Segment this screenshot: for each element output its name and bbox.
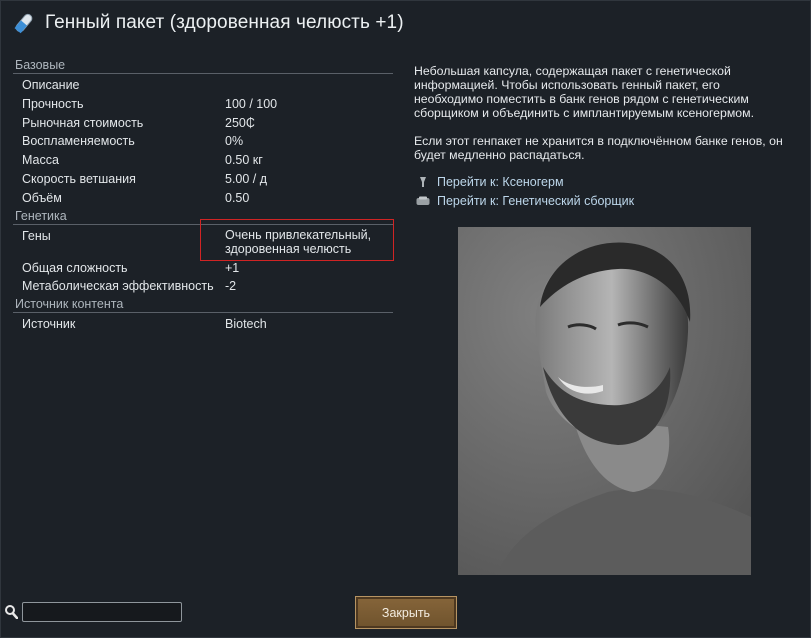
stat-label: Гены [22, 228, 51, 243]
stat-value: Biotech [225, 317, 267, 332]
stat-label: Воспламеняемость [22, 134, 135, 149]
stats-panel: Базовые Описание Прочность 100 / 100 Рын… [13, 57, 394, 334]
genes-line-2: здоровенная челюсть [225, 241, 352, 256]
search-icon [5, 605, 18, 619]
link-gene-assembler[interactable]: Перейти к: Генетический сборщик [416, 191, 634, 210]
dialog-title: Генный пакет (здоровенная челюсть +1) [45, 12, 404, 33]
description-paragraph-1: Небольшая капсула, содержащая пакет с ге… [414, 64, 755, 120]
search-input[interactable] [22, 602, 182, 622]
section-header-genetics: Генетика [13, 208, 393, 225]
section-header-base: Базовые [13, 57, 393, 74]
link-label: Перейти к: Генетический сборщик [437, 193, 635, 208]
stat-row-complexity[interactable]: Общая сложность +1 [13, 259, 393, 278]
xenogerm-icon [416, 176, 430, 188]
info-dialog: Генный пакет (здоровенная челюсть +1) Ба… [0, 0, 811, 638]
hyperlinks: Перейти к: Ксеногерм Перейти к: Генетиче… [416, 172, 634, 210]
description-text: Небольшая капсула, содержащая пакет с ге… [414, 64, 784, 176]
stat-row-genes[interactable]: Гены Очень привлекательный, здоровенная … [13, 218, 394, 261]
stat-row-market-value[interactable]: Рыночная стоимость 250₵ [13, 114, 393, 133]
gene-assembler-icon [416, 195, 430, 207]
stat-value: -2 [225, 279, 237, 294]
stat-label: Описание [22, 78, 80, 92]
stat-value: 0.50 [225, 190, 250, 205]
link-label: Перейти к: Ксеногерм [437, 174, 564, 189]
stat-value: 100 / 100 [225, 96, 278, 111]
stat-label: Масса [22, 153, 59, 168]
stat-value: 5.00 / д [225, 171, 268, 186]
stat-row-deterioration[interactable]: Скорость ветшания 5.00 / д [13, 170, 393, 189]
stat-value: +1 [225, 260, 240, 275]
close-button[interactable]: Закрыть [355, 596, 457, 629]
stat-row-description[interactable]: Описание [13, 76, 393, 95]
stat-value: 0.50 кг [225, 153, 263, 168]
title-bar: Генный пакет (здоровенная челюсть +1) [13, 9, 404, 37]
stat-label: Объём [22, 190, 62, 205]
genepack-icon [14, 13, 33, 34]
stat-label: Скорость ветшания [22, 171, 136, 186]
stat-value: 250₵ [225, 115, 255, 130]
genes-line-1: Очень привлекательный, [225, 227, 372, 242]
stat-label: Общая сложность [22, 260, 128, 275]
stat-value: Очень привлекательный, здоровенная челюс… [225, 228, 371, 256]
stat-row-source[interactable]: Источник Biotech [13, 315, 393, 334]
stat-row-hitpoints[interactable]: Прочность 100 / 100 [13, 95, 393, 114]
stat-value: 0% [225, 134, 244, 149]
description-paragraph-2: Если этот генпакет не хранится в подключ… [414, 134, 783, 162]
stat-label: Прочность [22, 96, 84, 111]
section-header-source: Источник контента [13, 296, 393, 314]
stat-row-mass[interactable]: Масса 0.50 кг [13, 151, 393, 170]
link-xenogerm[interactable]: Перейти к: Ксеногерм [416, 172, 634, 191]
stat-label: Метаболическая эффективность [22, 279, 214, 294]
stat-label: Источник [22, 317, 76, 332]
stat-row-flammability[interactable]: Воспламеняемость 0% [13, 132, 393, 151]
stat-row-metabolic-efficiency[interactable]: Метаболическая эффективность -2 [13, 277, 393, 296]
stat-row-volume[interactable]: Объём 0.50 [13, 189, 393, 208]
item-portrait [458, 227, 751, 575]
stat-label: Рыночная стоимость [22, 115, 144, 130]
